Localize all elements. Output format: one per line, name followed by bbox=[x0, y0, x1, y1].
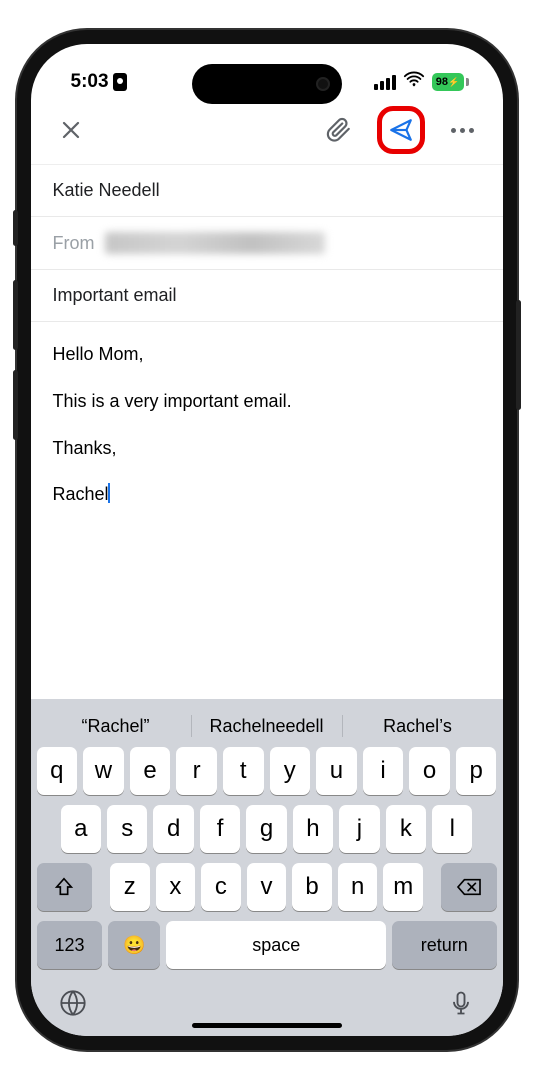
key-o[interactable]: o bbox=[409, 747, 450, 795]
key-j[interactable]: j bbox=[339, 805, 379, 853]
key-u[interactable]: u bbox=[316, 747, 357, 795]
email-body[interactable]: Hello Mom, This is a very important emai… bbox=[31, 322, 503, 699]
orientation-lock-icon bbox=[113, 73, 127, 91]
keyboard-row-1: q w e r t y u i o p bbox=[37, 747, 497, 795]
key-l[interactable]: l bbox=[432, 805, 472, 853]
key-n[interactable]: n bbox=[338, 863, 378, 911]
keyboard: “Rachel” Rachelneedell Rachel’s q w e r … bbox=[31, 699, 503, 1036]
mute-switch bbox=[13, 210, 18, 246]
key-w[interactable]: w bbox=[83, 747, 124, 795]
compose-toolbar bbox=[31, 102, 503, 158]
numbers-key[interactable]: 123 bbox=[37, 921, 103, 969]
power-button bbox=[516, 300, 521, 410]
more-button[interactable] bbox=[443, 110, 483, 150]
suggestion[interactable]: Rachelneedell bbox=[192, 716, 342, 737]
volume-down-button bbox=[13, 370, 18, 440]
battery-indicator: 98⚡ bbox=[432, 73, 469, 91]
from-field[interactable]: From bbox=[31, 217, 503, 270]
return-key[interactable]: return bbox=[392, 921, 496, 969]
wifi-icon bbox=[403, 70, 425, 94]
attachment-button[interactable] bbox=[319, 110, 359, 150]
key-c[interactable]: c bbox=[201, 863, 241, 911]
subject-value: Important email bbox=[53, 285, 177, 306]
status-time: 5:03 bbox=[71, 71, 109, 93]
body-line: Thanks, bbox=[53, 434, 481, 463]
subject-field[interactable]: Important email bbox=[31, 270, 503, 322]
body-signature: Rachel bbox=[53, 480, 481, 509]
screen: 5:03 98⚡ bbox=[31, 44, 503, 1036]
keyboard-row-4: 123 😀 space return bbox=[37, 921, 497, 969]
key-f[interactable]: f bbox=[200, 805, 240, 853]
body-line: This is a very important email. bbox=[53, 387, 481, 416]
key-z[interactable]: z bbox=[110, 863, 150, 911]
compose-area: Katie Needell From Important email bbox=[31, 158, 503, 322]
shift-key[interactable] bbox=[37, 863, 92, 911]
key-q[interactable]: q bbox=[37, 747, 78, 795]
key-m[interactable]: m bbox=[383, 863, 423, 911]
key-k[interactable]: k bbox=[386, 805, 426, 853]
backspace-key[interactable] bbox=[441, 863, 496, 911]
key-a[interactable]: a bbox=[61, 805, 101, 853]
from-value-redacted bbox=[105, 232, 325, 254]
phone-frame: 5:03 98⚡ bbox=[17, 30, 517, 1050]
volume-up-button bbox=[13, 280, 18, 350]
key-g[interactable]: g bbox=[246, 805, 286, 853]
dynamic-island bbox=[192, 64, 342, 104]
suggestion[interactable]: “Rachel” bbox=[41, 716, 191, 737]
from-label: From bbox=[53, 233, 95, 254]
space-key[interactable]: space bbox=[166, 921, 386, 969]
key-x[interactable]: x bbox=[156, 863, 196, 911]
key-b[interactable]: b bbox=[292, 863, 332, 911]
home-indicator[interactable] bbox=[192, 1023, 342, 1028]
keyboard-row-2: a s d f g h j k l bbox=[37, 805, 497, 853]
text-caret bbox=[108, 483, 110, 503]
key-d[interactable]: d bbox=[153, 805, 193, 853]
to-value: Katie Needell bbox=[53, 180, 160, 201]
suggestion-bar: “Rachel” Rachelneedell Rachel’s bbox=[37, 709, 497, 747]
key-r[interactable]: r bbox=[176, 747, 217, 795]
key-h[interactable]: h bbox=[293, 805, 333, 853]
key-y[interactable]: y bbox=[270, 747, 311, 795]
to-field[interactable]: Katie Needell bbox=[31, 164, 503, 217]
send-button[interactable] bbox=[377, 106, 425, 154]
keyboard-row-3: z x c v b n m bbox=[37, 863, 497, 911]
close-button[interactable] bbox=[51, 110, 91, 150]
more-icon bbox=[451, 128, 474, 133]
key-i[interactable]: i bbox=[363, 747, 404, 795]
key-e[interactable]: e bbox=[130, 747, 171, 795]
dictation-key[interactable] bbox=[447, 989, 475, 1022]
key-t[interactable]: t bbox=[223, 747, 264, 795]
emoji-key[interactable]: 😀 bbox=[108, 921, 160, 969]
body-line: Hello Mom, bbox=[53, 340, 481, 369]
suggestion[interactable]: Rachel’s bbox=[343, 716, 493, 737]
key-v[interactable]: v bbox=[247, 863, 287, 911]
key-p[interactable]: p bbox=[456, 747, 497, 795]
globe-key[interactable] bbox=[59, 989, 87, 1022]
cellular-signal-icon bbox=[374, 75, 396, 90]
key-s[interactable]: s bbox=[107, 805, 147, 853]
